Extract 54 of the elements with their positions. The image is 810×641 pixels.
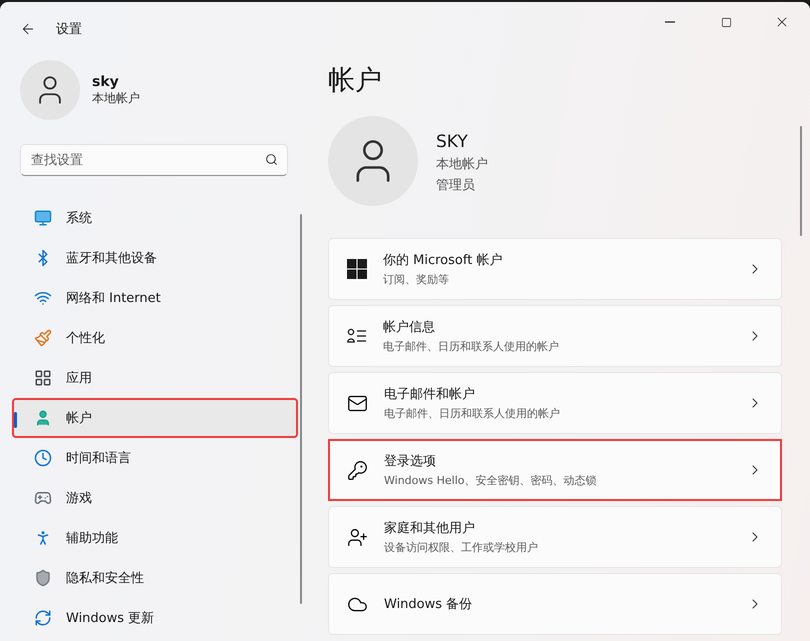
settings-card[interactable]: 你的 Microsoft 帐户 订阅、奖励等 [328,238,782,300]
nav-item[interactable]: 时间和语言 [12,438,298,478]
card-subtitle: 订阅、奖励等 [383,272,450,287]
nav-item[interactable]: 网络和 Internet [12,278,298,318]
minimize-icon [665,21,675,23]
settings-card[interactable]: 帐户信息 电子邮件、日历和联系人使用的帐户 [328,305,782,367]
account-type: 本地帐户 [436,156,488,173]
windows-logo-icon [347,259,367,279]
scrollbar[interactable] [300,214,302,604]
gamepad-icon [34,489,52,507]
card-title: 你的 Microsoft 帐户 [383,252,504,269]
maximize-icon [720,16,732,28]
nav-item[interactable]: Windows 更新 [12,598,298,638]
nav-item[interactable]: 隐私和安全性 [12,558,298,598]
key-icon [347,460,368,480]
refresh-icon [34,609,52,627]
account-type: 本地帐户 [92,90,140,106]
brush-icon [34,329,52,347]
settings-card[interactable]: Windows 备份 [328,573,782,635]
card-title: 家庭和其他用户 [384,520,476,537]
scrollbar[interactable] [800,126,802,236]
person-add-icon [347,526,368,548]
user-name: sky [92,74,120,90]
page-title: 帐户 [328,64,383,98]
nav-item[interactable]: 应用 [12,358,298,398]
contact-list-icon [347,328,367,344]
nav-item[interactable]: 帐户 [12,398,298,438]
card-title: 帐户信息 [383,319,436,336]
search-icon [265,153,278,166]
wifi-icon [34,289,52,307]
card-subtitle: 设备访问权限、工作或学校用户 [384,540,539,555]
nav-item[interactable]: 系统 [12,198,298,238]
nav-item[interactable]: 游戏 [12,478,298,518]
settings-card[interactable]: 电子邮件和帐户 电子邮件、日历和联系人使用的帐户 [328,372,782,434]
card-subtitle: 电子邮件、日历和联系人使用的帐户 [383,339,560,354]
card-subtitle: Windows Hello、安全密钥、密码、动态锁 [384,473,598,488]
settings-card[interactable]: 登录选项 Windows Hello、安全密钥、密码、动态锁 [328,439,782,501]
person-icon [34,409,52,427]
account-role: 管理员 [436,177,476,194]
window-title: 设置 [56,21,83,38]
clock-icon [34,449,52,467]
settings-card[interactable]: 家庭和其他用户 设备访问权限、工作或学校用户 [328,506,782,568]
nav-item[interactable]: 辅助功能 [12,518,298,558]
nav-item[interactable]: 个性化 [12,318,298,358]
monitor-icon [34,209,52,227]
shield-icon [34,569,52,587]
profile-name: SKY [436,132,469,152]
apps-icon [34,369,52,387]
card-title: 电子邮件和帐户 [384,386,476,403]
card-title: 登录选项 [384,453,437,470]
card-subtitle: 电子邮件、日历和联系人使用的帐户 [384,406,561,421]
card-title: Windows 备份 [384,596,474,613]
search-field[interactable]: 查找设置 [20,144,288,176]
nav-item[interactable]: 蓝牙和其他设备 [12,238,298,278]
